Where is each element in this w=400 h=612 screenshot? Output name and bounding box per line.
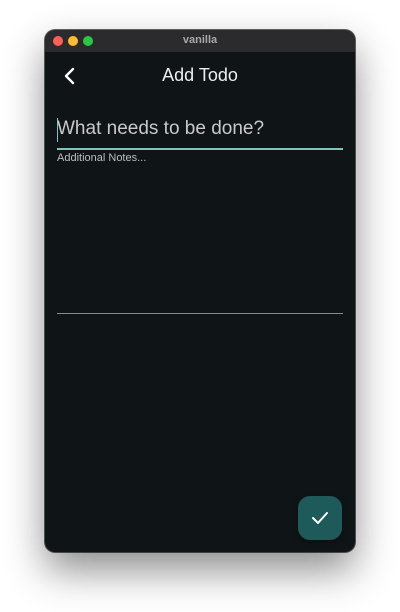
notes-input[interactable] xyxy=(57,150,343,315)
save-todo-button[interactable] xyxy=(298,496,342,540)
app-window: vanilla Add Todo xyxy=(45,30,355,552)
task-input[interactable] xyxy=(57,114,343,144)
window-title: vanilla xyxy=(182,34,218,46)
app-bar: Add Todo xyxy=(45,53,355,99)
notes-field xyxy=(57,150,343,315)
page-title: Add Todo xyxy=(162,65,238,85)
check-icon xyxy=(312,512,328,524)
task-field xyxy=(57,114,343,150)
title-bar: vanilla xyxy=(45,30,355,53)
text-caret xyxy=(57,118,58,142)
